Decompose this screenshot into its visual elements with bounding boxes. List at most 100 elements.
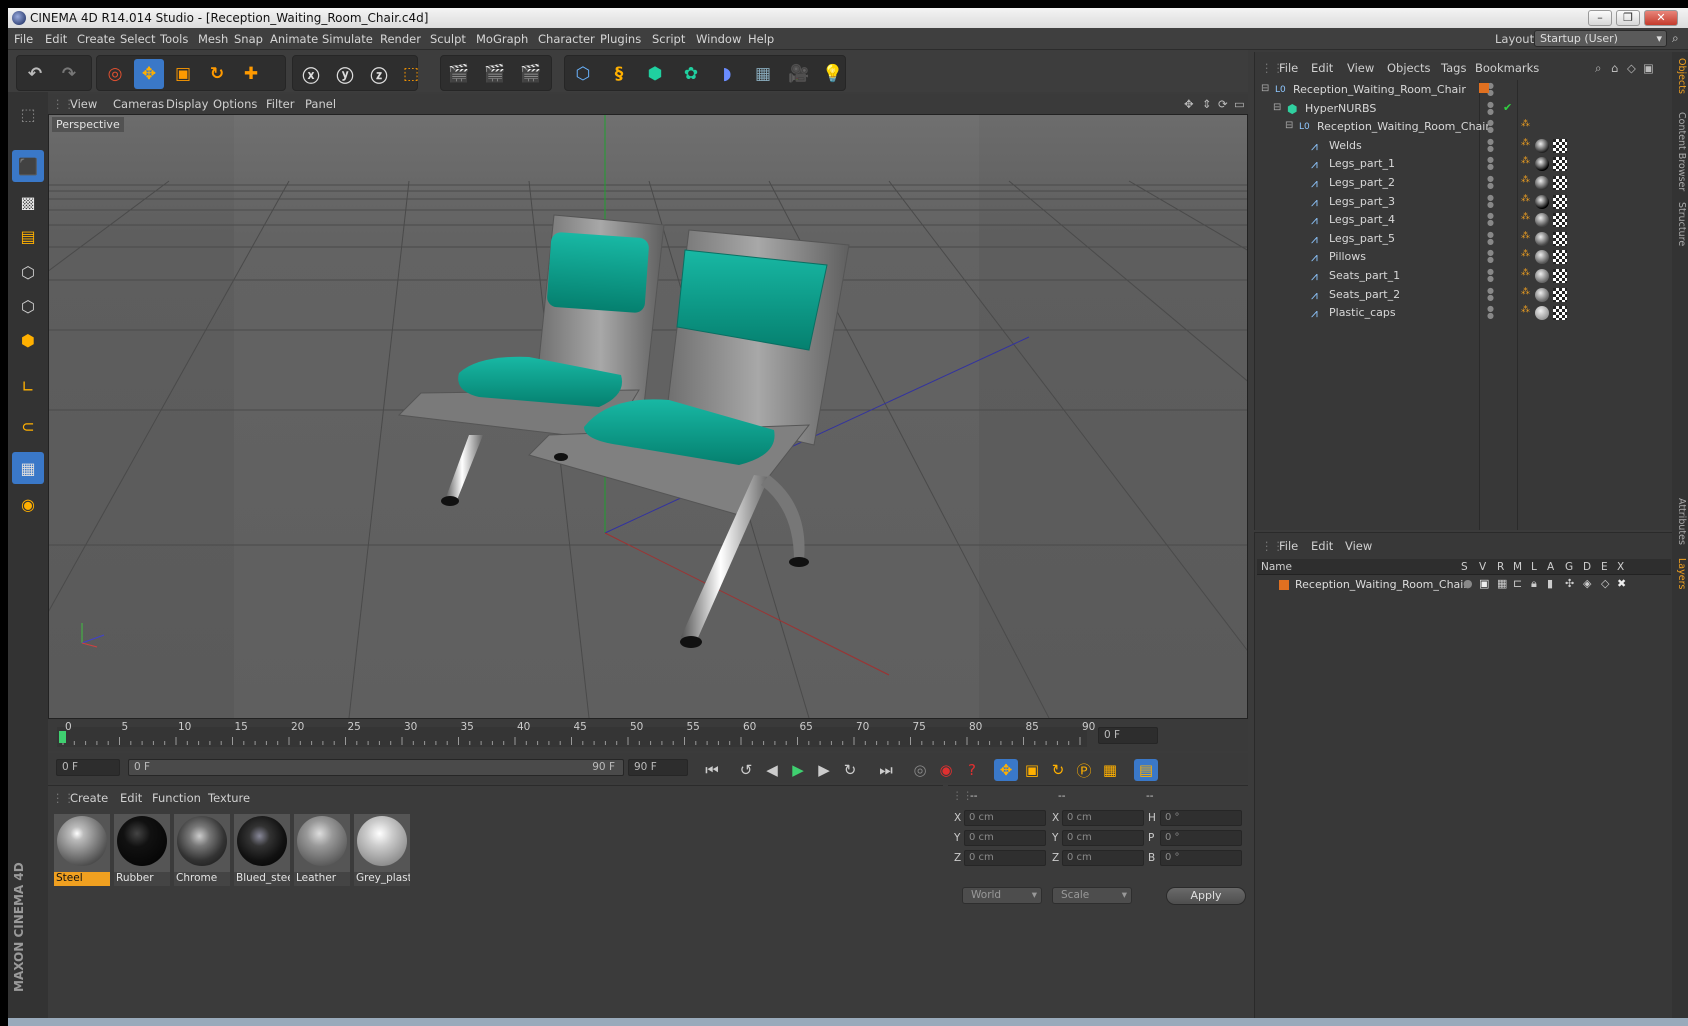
manager-toggle-icon[interactable]: ⊏ bbox=[1513, 577, 1522, 590]
phong-tag-icon[interactable]: ⁂ bbox=[1521, 119, 1530, 129]
current-frame-field[interactable]: 0 F bbox=[1098, 727, 1158, 744]
tab-layers[interactable]: Layers bbox=[1674, 558, 1687, 589]
object-name[interactable]: Seats_part_1 bbox=[1329, 269, 1400, 282]
new-window-icon[interactable]: ▣ bbox=[1643, 61, 1654, 75]
visibility-dots-icon[interactable]: ● ● bbox=[1487, 156, 1494, 171]
edges-mode-icon[interactable]: ⬡ bbox=[12, 290, 44, 322]
search-icon[interactable]: ⌕ bbox=[1672, 31, 1679, 46]
polygons-mode-icon[interactable]: ⬢ bbox=[12, 324, 44, 356]
viewport-maximize-icon[interactable]: ▭ bbox=[1234, 97, 1245, 111]
object-name[interactable]: Legs_part_3 bbox=[1329, 195, 1395, 208]
rot-b-field[interactable]: 0 ° bbox=[1160, 850, 1242, 866]
deformer-icon[interactable]: ◗ bbox=[712, 59, 742, 89]
object-row[interactable]: ⩘ Legs_part_3 ● ● ⁂ bbox=[1255, 192, 1673, 212]
menu-character[interactable]: Character bbox=[538, 32, 595, 46]
menu-snap[interactable]: Snap bbox=[234, 32, 263, 46]
record-keys-icon[interactable]: ◎ bbox=[908, 759, 932, 781]
object-name[interactable]: Legs_part_2 bbox=[1329, 176, 1395, 189]
nurbs-icon[interactable]: ⬢ bbox=[640, 59, 670, 89]
objects-menu-bookmarks[interactable]: Bookmarks bbox=[1475, 61, 1539, 75]
visibility-dots-icon[interactable]: ● ● bbox=[1487, 212, 1494, 227]
light-icon[interactable]: 💡 bbox=[818, 59, 848, 89]
menu-sculpt[interactable]: Sculpt bbox=[430, 32, 466, 46]
size-z-field[interactable]: 0 cm bbox=[1062, 850, 1144, 866]
z-axis-lock-icon[interactable]: ⓩ bbox=[364, 59, 394, 89]
timeline-window-icon[interactable]: ▤ bbox=[1134, 759, 1158, 781]
tab-attributes[interactable]: Attributes bbox=[1674, 498, 1687, 545]
material-tag-icon[interactable] bbox=[1535, 213, 1549, 228]
y-axis-lock-icon[interactable]: ⓨ bbox=[330, 59, 360, 89]
uvw-tag-icon[interactable] bbox=[1553, 306, 1567, 321]
layers-menu-file[interactable]: File bbox=[1279, 539, 1298, 553]
render-settings-icon[interactable]: 🎬 bbox=[516, 59, 546, 89]
layer-color-swatch[interactable] bbox=[1279, 580, 1289, 590]
next-frame-icon[interactable]: ▶ bbox=[812, 759, 836, 781]
uvw-tag-icon[interactable] bbox=[1553, 176, 1567, 190]
go-to-end-icon[interactable]: ⏭ bbox=[874, 759, 898, 781]
menu-mesh[interactable]: Mesh bbox=[198, 32, 228, 46]
move-tool-icon[interactable]: ✥ bbox=[134, 59, 164, 89]
uvw-tag-icon[interactable] bbox=[1553, 287, 1567, 302]
object-name[interactable]: HyperNURBS bbox=[1305, 102, 1376, 115]
end-frame-field[interactable]: 90 F bbox=[628, 759, 688, 776]
key-position-icon[interactable]: ✥ bbox=[994, 759, 1018, 781]
visibility-dots-icon[interactable]: ● ● bbox=[1487, 230, 1494, 245]
model-mode-icon[interactable]: ⬛ bbox=[12, 150, 44, 182]
objects-menu-file[interactable]: File bbox=[1279, 61, 1298, 75]
viewport-menu-cameras[interactable]: Cameras bbox=[113, 97, 164, 111]
object-row[interactable]: ⩘ Legs_part_1 ● ● ⁂ bbox=[1255, 154, 1673, 174]
go-to-previous-key-icon[interactable]: ↺ bbox=[734, 759, 758, 781]
solo-toggle[interactable]: ● bbox=[1463, 577, 1473, 590]
phong-tag-icon[interactable]: ⁂ bbox=[1521, 268, 1530, 278]
layers-menu-edit[interactable]: Edit bbox=[1311, 539, 1333, 553]
apply-button[interactable]: Apply bbox=[1166, 887, 1246, 905]
x-axis-lock-icon[interactable]: ⓧ bbox=[296, 59, 326, 89]
axis-mode-icon[interactable]: ∟ bbox=[12, 370, 44, 402]
layer-color-swatch[interactable] bbox=[1479, 83, 1489, 93]
menu-plugins[interactable]: Plugins bbox=[600, 32, 641, 46]
object-name[interactable]: Pillows bbox=[1329, 250, 1366, 263]
rot-p-field[interactable]: 0 ° bbox=[1160, 830, 1242, 846]
phong-tag-icon[interactable]: ⁂ bbox=[1521, 231, 1530, 241]
texture-mode-icon[interactable]: ▩ bbox=[12, 186, 44, 218]
menu-select[interactable]: Select bbox=[120, 32, 155, 46]
material-tag-icon[interactable] bbox=[1535, 287, 1549, 302]
material-swatch-rubber[interactable]: Rubber bbox=[114, 814, 170, 886]
menu-window[interactable]: Window bbox=[696, 32, 741, 46]
visibility-dots-icon[interactable]: ● ● bbox=[1487, 286, 1494, 301]
pos-z-field[interactable]: 0 cm bbox=[964, 850, 1046, 866]
array-icon[interactable]: ✿ bbox=[676, 59, 706, 89]
recent-tool-icon[interactable]: ✚ bbox=[236, 59, 266, 89]
close-button[interactable]: ✕ bbox=[1644, 10, 1678, 26]
render-picture-viewer-icon[interactable]: 🎬 bbox=[480, 59, 510, 89]
material-tag-icon[interactable] bbox=[1535, 138, 1549, 153]
minimize-button[interactable]: – bbox=[1588, 10, 1612, 26]
material-tag-icon[interactable] bbox=[1535, 306, 1549, 321]
perspective-viewport[interactable]: Perspective bbox=[48, 114, 1248, 719]
visibility-dots-icon[interactable]: ● ● bbox=[1487, 268, 1494, 283]
object-name[interactable]: Legs_part_5 bbox=[1329, 232, 1395, 245]
object-row[interactable]: ⩘ Legs_part_2 ● ● ⁂ bbox=[1255, 173, 1673, 193]
points-mode-icon[interactable]: ⬡ bbox=[12, 256, 44, 288]
xref-toggle-icon[interactable]: ✖ bbox=[1617, 577, 1626, 590]
render-view-icon[interactable]: 🎬 bbox=[444, 59, 474, 89]
timeline-ruler[interactable]: 0 5 10 15 20 25 30 35 40 45 50 55 60 65 70 75 80 85 90 0 F bbox=[48, 719, 1248, 751]
material-tag-icon[interactable] bbox=[1535, 250, 1549, 265]
coordinate-space-select[interactable]: World ▾ bbox=[962, 887, 1042, 904]
range-slider[interactable]: 0 F 90 F bbox=[128, 759, 624, 776]
cube-object-icon[interactable]: ⬡ bbox=[568, 59, 598, 89]
undo-icon[interactable]: ↶ bbox=[20, 59, 50, 89]
visibility-dots-icon[interactable]: ● ● bbox=[1487, 137, 1494, 152]
play-icon[interactable]: ▶ bbox=[786, 759, 810, 781]
expand-toggle-icon[interactable]: ⊟ bbox=[1261, 83, 1269, 94]
key-rotation-icon[interactable]: ↻ bbox=[1046, 759, 1070, 781]
object-name[interactable]: Welds bbox=[1329, 139, 1362, 152]
previous-frame-icon[interactable]: ◀ bbox=[760, 759, 784, 781]
render-toggle-icon[interactable]: ▦ bbox=[1497, 577, 1507, 590]
visibility-dots-icon[interactable]: ● ● bbox=[1487, 100, 1494, 115]
tab-objects[interactable]: Objects bbox=[1674, 58, 1687, 94]
deformers-toggle-icon[interactable]: ◈ bbox=[1583, 577, 1591, 590]
autokeying-icon[interactable]: ◉ bbox=[934, 759, 958, 781]
object-row[interactable]: ⊟ L0 Reception_Waiting_Room_Chair ● ● ⁂ bbox=[1255, 117, 1673, 137]
workplane-lock-icon[interactable]: ▦ bbox=[12, 452, 44, 484]
